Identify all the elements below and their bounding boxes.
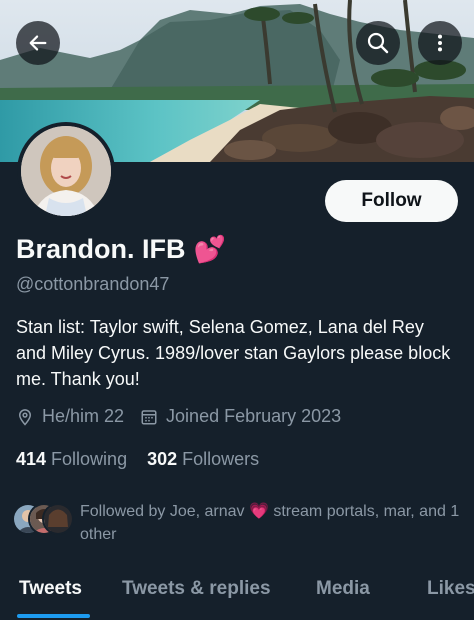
heart-emoji: 💗 <box>248 503 269 520</box>
follow-counts: 414 Following 302 Followers <box>16 449 259 470</box>
calendar-icon <box>141 409 157 424</box>
profile-bio: Stan list: Taylor swift, Selena Gomez, L… <box>16 317 451 389</box>
followed-by-avatars <box>12 503 76 539</box>
tab-likes[interactable]: Likes <box>427 578 474 600</box>
active-tab-indicator <box>17 614 90 618</box>
profile-tabs: Tweets Tweets & replies Media Likes <box>0 566 474 620</box>
follow-button[interactable]: Follow <box>325 180 458 222</box>
followed-by-prefix: Followed by Joe, arnav <box>80 503 245 520</box>
avatar-photo <box>21 126 111 216</box>
followers-link[interactable]: 302 Followers <box>147 449 259 470</box>
more-options-button[interactable] <box>418 21 462 65</box>
followers-label: Followers <box>182 449 260 469</box>
followed-by-row[interactable]: Followed by Joe, arnav 💗 stream portals,… <box>12 500 460 546</box>
followers-count: 302 <box>147 449 178 469</box>
back-button[interactable] <box>16 21 60 65</box>
display-name: Brandon. IFB <box>16 234 186 264</box>
pronouns-text: He/him 22 <box>42 406 125 426</box>
profile-avatar[interactable] <box>17 122 115 220</box>
profile-name: Brandon. IFB 💕 <box>16 234 226 265</box>
location-pin-icon <box>18 408 32 426</box>
arrow-left-icon <box>29 35 47 51</box>
profile-page: Follow Brandon. IFB 💕 @cottonbrandon47 S… <box>0 0 474 620</box>
pronouns-item: He/him 22 <box>16 406 124 427</box>
follower-avatar <box>42 503 74 535</box>
tab-tweets-replies[interactable]: Tweets & replies <box>122 578 271 600</box>
hearts-emoji: 💕 <box>193 234 226 264</box>
profile-meta: He/him 22 Joined February 2023 <box>16 406 341 427</box>
search-button[interactable] <box>356 21 400 65</box>
following-link[interactable]: 414 Following <box>16 449 127 470</box>
joined-text: Joined February 2023 <box>166 406 342 426</box>
joined-item: Joined February 2023 <box>140 406 341 427</box>
tab-tweets[interactable]: Tweets <box>19 578 82 600</box>
followed-by-text: Followed by Joe, arnav 💗 stream portals,… <box>80 500 460 546</box>
following-label: Following <box>51 449 128 469</box>
tab-media[interactable]: Media <box>316 578 370 600</box>
more-vertical-icon <box>437 34 443 52</box>
following-count: 414 <box>16 449 47 469</box>
profile-handle: @cottonbrandon47 <box>16 274 170 294</box>
search-icon <box>367 32 389 54</box>
